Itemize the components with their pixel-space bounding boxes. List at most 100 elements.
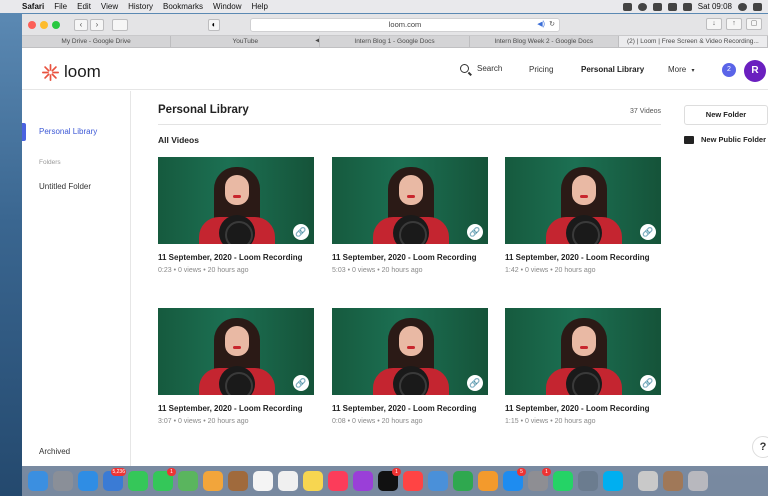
menu-edit[interactable]: Edit bbox=[77, 2, 91, 11]
help-button[interactable]: ? bbox=[752, 436, 768, 458]
video-card[interactable]: 🔗 11 September, 2020 - Loom Recording 1:… bbox=[505, 308, 661, 425]
zoom-window-button[interactable] bbox=[52, 20, 60, 29]
video-thumbnail[interactable]: 🔗 bbox=[505, 308, 661, 395]
video-card[interactable]: 🔗 11 September, 2020 - Loom Recording 5:… bbox=[332, 157, 488, 274]
link-icon[interactable]: 🔗 bbox=[293, 375, 309, 391]
podcasts-icon[interactable] bbox=[353, 471, 373, 491]
skype-icon[interactable] bbox=[603, 471, 623, 491]
link-icon[interactable]: 🔗 bbox=[293, 224, 309, 240]
calendar-icon[interactable] bbox=[253, 471, 273, 491]
settings-icon[interactable]: 1 bbox=[528, 468, 551, 491]
clock[interactable]: Sat 09:08 bbox=[698, 2, 732, 11]
preview-icon[interactable] bbox=[578, 471, 598, 491]
tab-youtube[interactable]: ◀) YouTube bbox=[171, 36, 321, 47]
image-stack-icon[interactable] bbox=[663, 471, 683, 491]
link-icon[interactable]: 🔗 bbox=[467, 224, 483, 240]
back-button[interactable]: ‹ bbox=[74, 18, 88, 31]
tab-intern-blog-1[interactable]: Intern Blog 1 - Google Docs bbox=[320, 36, 470, 47]
safari-icon[interactable] bbox=[78, 471, 98, 491]
maps-icon[interactable] bbox=[178, 471, 198, 491]
menu-app-name[interactable]: Safari bbox=[22, 2, 44, 11]
nav-more[interactable]: More ▾ bbox=[668, 65, 694, 74]
downloads-folder-icon[interactable] bbox=[638, 471, 658, 491]
close-window-button[interactable] bbox=[28, 20, 36, 29]
nav-personal-library[interactable]: Personal Library bbox=[581, 65, 644, 74]
minimize-window-button[interactable] bbox=[40, 20, 48, 29]
status-icon[interactable] bbox=[622, 2, 632, 11]
sidebar-item-untitled-folder[interactable]: Untitled Folder bbox=[39, 182, 91, 191]
status-icon[interactable] bbox=[637, 2, 647, 11]
video-title[interactable]: 11 September, 2020 - Loom Recording bbox=[158, 402, 314, 416]
video-card[interactable]: 🔗 11 September, 2020 - Loom Recording 0:… bbox=[332, 308, 488, 425]
new-folder-button[interactable]: New Folder bbox=[684, 105, 768, 125]
battery-icon[interactable] bbox=[682, 2, 692, 11]
control-center-icon[interactable] bbox=[753, 2, 762, 11]
menu-history[interactable]: History bbox=[128, 2, 153, 11]
new-public-folder-button[interactable]: New Public Folder bbox=[684, 135, 768, 144]
news-icon[interactable] bbox=[403, 471, 423, 491]
link-icon[interactable]: 🔗 bbox=[640, 224, 656, 240]
forward-button[interactable]: › bbox=[90, 18, 104, 31]
tab-overview-button[interactable]: ▢ bbox=[746, 18, 762, 30]
video-card[interactable]: 🔗 11 September, 2020 - Loom Recording 0:… bbox=[158, 157, 314, 274]
search-button[interactable]: Search bbox=[460, 64, 502, 73]
link-icon[interactable]: 🔗 bbox=[467, 375, 483, 391]
numbers-icon[interactable] bbox=[453, 471, 473, 491]
downloads-button[interactable]: ↓ bbox=[706, 18, 722, 30]
messages-icon[interactable]: 1 bbox=[153, 468, 176, 491]
search-icon[interactable] bbox=[738, 2, 747, 11]
video-thumbnail[interactable]: 🔗 bbox=[158, 157, 314, 244]
keynote-icon[interactable] bbox=[428, 471, 448, 491]
sidebar-toggle-button[interactable] bbox=[112, 18, 128, 31]
reload-icon[interactable]: ↻ bbox=[549, 19, 555, 31]
sidebar-item-personal-library[interactable]: Personal Library bbox=[39, 127, 97, 136]
notes-icon[interactable] bbox=[303, 471, 323, 491]
video-thumbnail[interactable]: 🔗 bbox=[158, 308, 314, 395]
menu-view[interactable]: View bbox=[101, 2, 118, 11]
music-icon[interactable] bbox=[328, 471, 348, 491]
tab-google-drive[interactable]: My Drive - Google Drive bbox=[22, 36, 172, 47]
sidebar-item-archived[interactable]: Archived bbox=[39, 447, 70, 456]
finder-icon[interactable] bbox=[28, 471, 48, 491]
video-title[interactable]: 11 September, 2020 - Loom Recording bbox=[505, 251, 661, 265]
video-title[interactable]: 11 September, 2020 - Loom Recording bbox=[332, 402, 488, 416]
tab-intern-blog-week-2[interactable]: Intern Blog Week 2 - Google Docs bbox=[470, 36, 619, 47]
menu-help[interactable]: Help bbox=[251, 2, 267, 11]
menu-window[interactable]: Window bbox=[213, 2, 241, 11]
share-button[interactable]: ↑ bbox=[726, 18, 742, 30]
app-store-icon[interactable]: 5 bbox=[503, 468, 526, 491]
trash-icon[interactable] bbox=[688, 471, 708, 491]
address-bar[interactable]: loom.com ◀) ↻ bbox=[250, 18, 560, 32]
video-thumbnail[interactable]: 🔗 bbox=[332, 157, 488, 244]
wifi-icon[interactable] bbox=[652, 2, 662, 11]
loom-logo[interactable]: loom bbox=[42, 62, 101, 82]
pages-icon[interactable] bbox=[478, 471, 498, 491]
launchpad-icon[interactable] bbox=[53, 471, 73, 491]
link-icon[interactable]: 🔗 bbox=[640, 375, 656, 391]
loom-app: loom Search Pricing Personal Library Mor… bbox=[22, 50, 768, 466]
menu-file[interactable]: File bbox=[54, 2, 67, 11]
contacts-icon[interactable] bbox=[228, 471, 248, 491]
video-thumbnail[interactable]: 🔗 bbox=[332, 308, 488, 395]
tv-icon[interactable]: 1 bbox=[378, 468, 401, 491]
volume-icon[interactable] bbox=[667, 2, 677, 11]
notification-badge[interactable]: 2 bbox=[722, 63, 736, 77]
facetime-icon[interactable] bbox=[128, 471, 148, 491]
audio-icon[interactable]: ◀) bbox=[537, 19, 545, 31]
video-card[interactable]: 🔗 11 September, 2020 - Loom Recording 3:… bbox=[158, 308, 314, 425]
video-title[interactable]: 11 September, 2020 - Loom Recording bbox=[332, 251, 488, 265]
privacy-report-icon[interactable]: ◐ bbox=[208, 18, 220, 31]
reminders-icon[interactable] bbox=[278, 471, 298, 491]
nav-pricing[interactable]: Pricing bbox=[529, 65, 553, 74]
video-title[interactable]: 11 September, 2020 - Loom Recording bbox=[505, 402, 661, 416]
mail-icon[interactable]: 5,236 bbox=[103, 468, 126, 491]
video-title[interactable]: 11 September, 2020 - Loom Recording bbox=[158, 251, 314, 265]
photos-icon[interactable] bbox=[203, 471, 223, 491]
tab-loom[interactable]: (2) | Loom | Free Screen & Video Recordi… bbox=[618, 36, 768, 47]
video-thumbnail[interactable]: 🔗 bbox=[505, 157, 661, 244]
whatsapp-icon[interactable] bbox=[553, 471, 573, 491]
avatar[interactable]: R bbox=[744, 60, 766, 82]
video-card[interactable]: 🔗 11 September, 2020 - Loom Recording 1:… bbox=[505, 157, 661, 274]
menu-bookmarks[interactable]: Bookmarks bbox=[163, 2, 203, 11]
video-meta: 0:08 • 0 views • 20 hours ago bbox=[332, 418, 423, 425]
